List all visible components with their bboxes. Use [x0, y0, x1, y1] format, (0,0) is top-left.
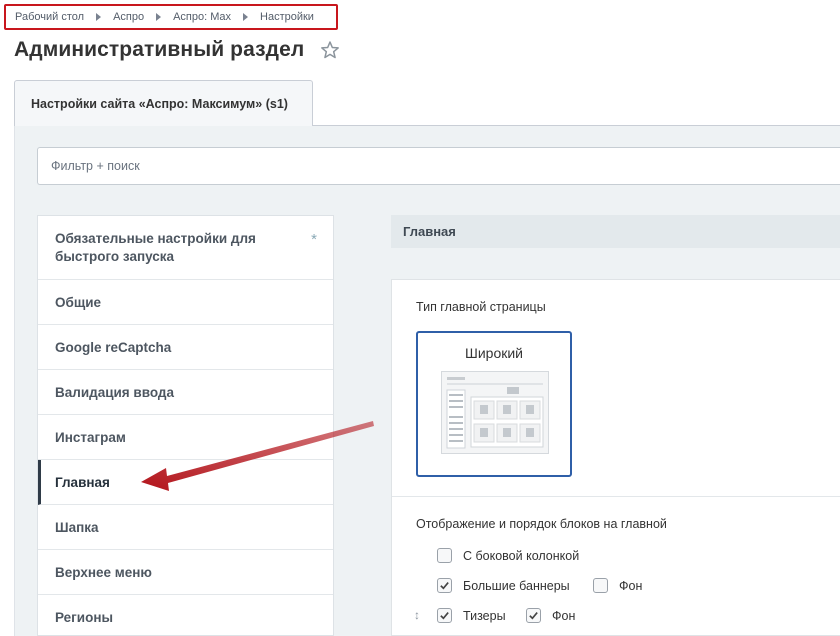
- option-label: Фон: [619, 578, 643, 593]
- option-big-banners[interactable]: Большие баннеры: [437, 578, 570, 593]
- menu-item-label: Главная: [55, 474, 110, 490]
- breadcrumb-item-aspro-max[interactable]: Аспро: Max: [173, 11, 231, 23]
- menu-item-recaptcha[interactable]: Google reCaptcha: [38, 325, 333, 370]
- chevron-right-icon: [96, 13, 102, 21]
- menu-item-general[interactable]: Общие: [38, 280, 333, 325]
- layout-preview-thumbnail: [441, 371, 549, 454]
- breadcrumb-item-settings[interactable]: Настройки: [260, 11, 314, 23]
- checkbox-unchecked[interactable]: [593, 578, 608, 593]
- checkbox-unchecked[interactable]: [437, 548, 452, 563]
- tab-strip: Настройки сайта «Аспро: Максимум» (s1): [14, 80, 840, 126]
- section-title: Главная: [403, 224, 456, 239]
- menu-item-label: Google reCaptcha: [55, 339, 172, 355]
- breadcrumb: Рабочий стол Аспро Аспро: Max Настройки: [4, 4, 338, 30]
- page-title: Административный раздел: [14, 38, 305, 61]
- divider: [392, 496, 840, 497]
- chevron-right-icon: [243, 13, 249, 21]
- home-type-label: Тип главной страницы: [416, 300, 546, 314]
- menu-item-label: Обязательные настройки для быстрого запу…: [55, 230, 256, 264]
- option-label: Большие баннеры: [463, 578, 570, 593]
- menu-item-label: Валидация ввода: [55, 384, 175, 400]
- tab-site-settings[interactable]: Настройки сайта «Аспро: Максимум» (s1): [14, 80, 313, 126]
- option-label: Фон: [552, 608, 576, 623]
- checkmark-icon: [440, 612, 449, 620]
- settings-panel: Фильтр + поиск Обязательные настройки дл…: [14, 126, 840, 636]
- menu-item-label: Регионы: [55, 609, 114, 625]
- filter-search-input[interactable]: Фильтр + поиск: [37, 147, 840, 185]
- option-label: Тизеры: [463, 608, 506, 623]
- drag-handle-icon[interactable]: ↕: [414, 608, 420, 622]
- breadcrumb-item-aspro[interactable]: Аспро: [113, 11, 144, 23]
- page-header: Административный раздел: [14, 38, 340, 62]
- chevron-right-icon: [156, 13, 162, 21]
- home-type-option-title: Широкий: [465, 345, 523, 361]
- menu-item-label: Общие: [55, 294, 102, 310]
- breadcrumb-item-desktop[interactable]: Рабочий стол: [15, 11, 84, 23]
- menu-item-input-validation[interactable]: Валидация ввода: [38, 370, 333, 415]
- home-type-option-wide[interactable]: Широкий: [416, 331, 572, 477]
- menu-item-label: Верхнее меню: [55, 564, 152, 580]
- menu-item-label: Шапка: [55, 519, 99, 535]
- settings-menu: Обязательные настройки для быстрого запу…: [37, 215, 334, 636]
- checkbox-checked[interactable]: [437, 608, 452, 623]
- menu-item-instagram[interactable]: Инстаграм: [38, 415, 333, 460]
- tab-label: Настройки сайта «Аспро: Максимум» (s1): [31, 96, 288, 111]
- menu-item-label: Инстаграм: [55, 429, 126, 445]
- checkmark-icon: [440, 582, 449, 590]
- favorite-star-icon[interactable]: [320, 40, 340, 60]
- menu-item-header[interactable]: Шапка: [38, 505, 333, 550]
- blocks-order-label: Отображение и порядок блоков на главной: [416, 517, 667, 531]
- section-header: Главная: [391, 215, 840, 248]
- home-settings-block: Тип главной страницы Широкий Отображение…: [391, 279, 840, 636]
- menu-item-home[interactable]: Главная: [38, 460, 333, 505]
- menu-item-top-menu[interactable]: Верхнее меню: [38, 550, 333, 595]
- option-big-banners-bg[interactable]: Фон: [593, 578, 642, 593]
- option-label: С боковой колонкой: [463, 548, 580, 563]
- checkbox-checked[interactable]: [526, 608, 541, 623]
- menu-item-required-settings[interactable]: Обязательные настройки для быстрого запу…: [38, 216, 333, 280]
- menu-item-regions[interactable]: Регионы: [38, 595, 333, 635]
- option-side-column[interactable]: С боковой колонкой: [437, 548, 579, 563]
- filter-placeholder: Фильтр + поиск: [51, 159, 140, 173]
- option-teasers[interactable]: Тизеры: [437, 608, 506, 623]
- checkmark-icon: [529, 612, 538, 620]
- asterisk-icon: *: [311, 231, 317, 248]
- checkbox-checked[interactable]: [437, 578, 452, 593]
- option-teasers-bg[interactable]: Фон: [526, 608, 575, 623]
